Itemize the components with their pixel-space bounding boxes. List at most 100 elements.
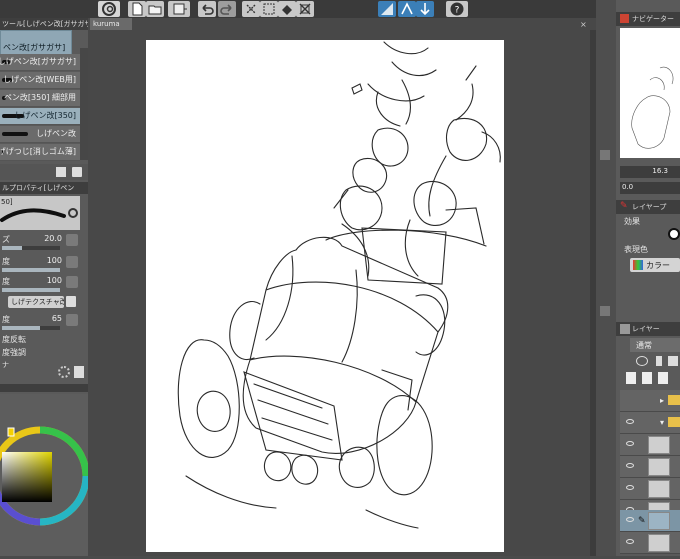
brush-item-selected[interactable]: しげペン改[350] — [0, 108, 80, 125]
color-label: 表現色 — [624, 245, 648, 254]
layer-row[interactable] — [620, 532, 680, 554]
new-layer-icon[interactable] — [626, 372, 636, 384]
eye-icon[interactable] — [626, 419, 634, 424]
help-icon[interactable]: ? — [446, 1, 468, 17]
color-panel-header — [0, 384, 88, 392]
color-wheel[interactable] — [0, 394, 90, 556]
color-swatch-icon — [633, 260, 643, 270]
app-logo-icon[interactable] — [98, 1, 120, 17]
subtool-panel-header: ツール[しげペン改[ガサガサ]] — [0, 18, 88, 30]
pen-icon: ✎ — [638, 516, 646, 526]
pressure-icon[interactable] — [66, 234, 78, 246]
tool-property-header: ルプロパティ[しげペン — [0, 182, 88, 194]
line-art-sketch — [177, 41, 501, 529]
layer-icon — [620, 324, 630, 334]
brush-item[interactable]: しげペン改 — [0, 126, 80, 143]
layer-thumbnail — [648, 512, 670, 530]
open-file-icon[interactable] — [146, 1, 164, 17]
layer-opacity-row — [620, 354, 680, 368]
zoom-control[interactable]: 16.3 — [620, 166, 680, 178]
loading-icon — [58, 366, 70, 378]
size-slider[interactable] — [2, 246, 60, 250]
trash-icon[interactable] — [72, 167, 82, 177]
brush-preview: 50] — [0, 196, 80, 230]
subtool-title: ツール[しげペン改[ガサガサ]] — [2, 20, 88, 28]
property-size[interactable]: ズ 20.0 — [0, 232, 80, 252]
new-file-icon[interactable] — [128, 1, 146, 17]
invert-density-checkbox[interactable]: 度反転 — [2, 334, 26, 345]
layer-row[interactable]: ▾ — [620, 412, 680, 434]
crop-icon[interactable] — [296, 1, 314, 17]
property-density[interactable]: 度 100 — [0, 274, 80, 294]
layer-toolbar — [620, 370, 680, 386]
trash-icon[interactable] — [66, 296, 76, 307]
layer-thumbnail — [648, 534, 670, 552]
panel-icon[interactable] — [600, 306, 610, 316]
brush-item[interactable]: しげペン改[ガサガサ] — [0, 54, 80, 71]
effect-icon[interactable] — [668, 228, 680, 240]
pressure-icon[interactable] — [66, 276, 78, 288]
lock-icon[interactable] — [656, 356, 662, 366]
save-icon[interactable] — [168, 1, 190, 17]
layer-thumbnail — [648, 436, 670, 454]
density-slider[interactable] — [2, 288, 60, 292]
brush-header-label: ペン改[ガサガサ] — [3, 43, 66, 52]
effect-label: 効果 — [624, 217, 640, 226]
layer-thumbnail — [648, 458, 670, 476]
eye-icon[interactable] — [626, 463, 634, 468]
undo-icon[interactable] — [198, 1, 216, 17]
property-opacity[interactable]: 度 100 — [0, 254, 80, 274]
brush-item[interactable]: しげげつじ[消しゴム薄] — [0, 144, 80, 161]
rotation-control[interactable]: 0.0 — [620, 182, 680, 194]
eye-icon[interactable] — [626, 517, 634, 522]
tool-property-title: ルプロパティ[しげペン — [2, 184, 75, 192]
drawing-canvas[interactable] — [146, 40, 504, 552]
wrench-icon[interactable] — [74, 366, 84, 378]
pressure-icon[interactable] — [66, 256, 78, 268]
clip-icon[interactable] — [668, 356, 678, 366]
add-brush-icon[interactable] — [56, 167, 66, 177]
fill-icon[interactable] — [278, 1, 296, 17]
eye-icon[interactable] — [626, 441, 634, 446]
transform-icon[interactable] — [260, 1, 278, 17]
brush-item[interactable]: しげペン改[WEB用] — [0, 72, 80, 89]
color-panel — [0, 394, 90, 556]
brush-stroke-preview — [0, 208, 66, 222]
clear-icon[interactable] — [242, 1, 260, 17]
layer-row[interactable] — [620, 478, 680, 500]
brush-item[interactable]: ペン改[350] 細部用 — [0, 90, 80, 107]
brush-list-footer — [0, 164, 88, 180]
pressure-icon[interactable] — [66, 314, 78, 326]
panel-icon[interactable] — [600, 150, 610, 160]
eye-icon[interactable] — [636, 356, 648, 366]
top-toolbar: ? « — [0, 0, 680, 18]
snap-icon[interactable] — [416, 1, 434, 17]
pen-icon: ✎ — [620, 201, 628, 211]
new-folder-icon[interactable] — [658, 372, 668, 384]
layer-row[interactable]: ▸ — [620, 390, 680, 412]
opacity-slider[interactable] — [2, 268, 60, 272]
close-tab-icon[interactable]: × — [580, 20, 587, 29]
ruler-icon[interactable] — [378, 1, 396, 17]
layer-row[interactable] — [620, 456, 680, 478]
layer-row-selected[interactable]: ✎ — [620, 510, 680, 532]
brush-settings-icon[interactable] — [68, 208, 78, 218]
navigator-preview[interactable] — [620, 28, 680, 158]
property-texture-density[interactable]: 度 65 — [0, 312, 80, 332]
blend-mode-select[interactable]: 通常 — [630, 338, 680, 352]
perspective-icon[interactable] — [398, 1, 416, 17]
folder-toggle-icon[interactable]: ▾ — [660, 418, 664, 427]
texture-button[interactable]: しげテクスチャ改 — [8, 296, 64, 308]
brush-list-scrollbar[interactable] — [80, 48, 88, 160]
layer-row[interactable] — [620, 434, 680, 456]
folder-toggle-icon[interactable]: ▸ — [660, 396, 664, 405]
eye-icon[interactable] — [626, 539, 634, 544]
texture-density-slider[interactable] — [2, 326, 60, 330]
navigator-icon — [620, 14, 629, 23]
eye-icon[interactable] — [626, 485, 634, 490]
emphasize-density-checkbox[interactable]: 度強調 — [2, 347, 26, 358]
document-tab[interactable]: kuruma — [90, 18, 132, 30]
new-vector-layer-icon[interactable] — [642, 372, 652, 384]
redo-icon[interactable] — [218, 1, 236, 17]
color-mode-select[interactable]: カラー — [630, 258, 680, 272]
